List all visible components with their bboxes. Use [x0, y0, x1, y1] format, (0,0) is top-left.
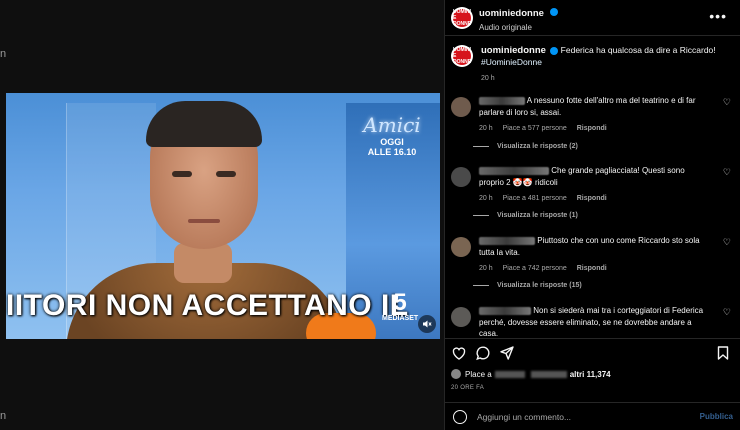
channel-name: MEDIASET [382, 315, 419, 322]
reply-button[interactable]: Rispondi [577, 265, 607, 272]
view-replies-button[interactable]: Visualizza le risposte (2) [473, 143, 578, 150]
header-username[interactable]: uominiedonne [479, 8, 544, 19]
verified-badge-icon [550, 46, 559, 55]
caption-text-block: uominiedonne Federica ha qualcosa da dir… [481, 45, 716, 85]
video-caption: IITORI NON ACCETTANO IL [6, 289, 409, 322]
caption-username[interactable]: uominiedonne [481, 45, 546, 56]
comment-likes[interactable]: Piace a 577 persone [503, 125, 567, 132]
caption-hashtag[interactable]: #UominieDonne [481, 57, 542, 67]
comment-body: Che grande pagliacciata! Questi sono pro… [479, 165, 711, 205]
action-bar: Place a altri 11,374 20 ORE FA [445, 338, 740, 398]
comment-body: A nessuno fotte dell'altro ma del teatri… [479, 95, 711, 135]
comments-list[interactable]: UOMINI E DONNE uominiedonne Federica ha … [445, 37, 740, 338]
channel-number: 5 [393, 289, 407, 316]
comment-time: 20 h [479, 195, 493, 202]
avatar[interactable] [451, 167, 471, 187]
avatar[interactable]: UOMINI E DONNE [451, 45, 473, 67]
avatar-logo: UOMINI E DONNE [452, 47, 472, 65]
bookmark-icon[interactable] [715, 345, 731, 361]
person-eye [172, 171, 192, 177]
verified-badge-icon [550, 7, 559, 16]
heart-icon[interactable]: ♡ [723, 237, 731, 248]
reply-button[interactable]: Rispondi [577, 195, 607, 202]
comment-username-blurred[interactable] [479, 96, 525, 105]
post-header: UOMINI E DONNE uominiedonne Audio origin… [445, 0, 740, 36]
more-horizontal-icon: ••• [709, 8, 727, 24]
likes-count: altri 11,374 [569, 369, 611, 379]
avatar[interactable] [451, 307, 471, 327]
view-replies-label: Visualizza le risposte (15) [497, 282, 582, 289]
post-panel: UOMINI E DONNE uominiedonne Audio origin… [444, 0, 740, 430]
share-icon[interactable] [499, 345, 515, 361]
show-logo-time: ALLE 16.10 [367, 147, 417, 157]
avatar[interactable]: UOMINI E DONNE [451, 6, 473, 29]
person-hair [146, 101, 262, 147]
view-replies-label: Visualizza le risposte (2) [497, 143, 578, 150]
show-logo: Amici OGGI ALLE 16.10 [360, 113, 424, 157]
person-neck [174, 243, 232, 283]
likes-prefix: Place a [465, 369, 492, 379]
comment-likes[interactable]: Piace a 481 persone [503, 195, 567, 202]
media-viewer: n n Amici OGGI ALLE 16.10 IITORI NON ACC… [0, 0, 444, 430]
edge-partial-text: n [0, 48, 7, 60]
comment-username-blurred[interactable] [479, 166, 549, 175]
caption-time: 20 h [481, 75, 495, 82]
likes-summary[interactable]: Place a altri 11,374 [451, 369, 611, 379]
heart-icon[interactable]: ♡ [723, 97, 731, 108]
avatar[interactable] [451, 97, 471, 117]
comment-icon[interactable] [475, 345, 491, 361]
view-replies-button[interactable]: Visualizza le risposte (1) [473, 212, 578, 219]
comment-bar: Pubblica [445, 402, 740, 430]
reply-button[interactable]: Rispondi [577, 125, 607, 132]
video-player[interactable]: Amici OGGI ALLE 16.10 IITORI NON ACCETTA… [6, 93, 440, 339]
emoji-icon[interactable] [453, 409, 467, 424]
divider [473, 285, 489, 286]
show-logo-oggi: OGGI [380, 137, 404, 147]
heart-icon[interactable] [451, 345, 467, 361]
comment-username-blurred[interactable] [479, 236, 535, 245]
view-replies-button[interactable]: Visualizza le risposte (15) [473, 282, 582, 289]
comment-time: 20 h [479, 265, 493, 272]
heart-icon[interactable]: ♡ [723, 307, 731, 318]
heart-icon[interactable]: ♡ [723, 167, 731, 178]
person-mouth [188, 219, 220, 223]
caption-text: Federica ha qualcosa da dire a Riccardo! [560, 45, 716, 55]
post-time: 20 ORE FA [451, 385, 485, 391]
post-caption: UOMINI E DONNE uominiedonne Federica ha … [451, 45, 731, 85]
channel-logo: 5 MEDIASET [382, 289, 419, 323]
comment-body: Piuttosto che con uno come Riccardo sto … [479, 235, 711, 275]
edge-partial-text: n [0, 410, 7, 422]
comment-body: Non si siederà mai tra i corteggiatori d… [479, 305, 711, 338]
comment-likes[interactable]: Piace a 742 persone [503, 265, 567, 272]
view-replies-label: Visualizza le risposte (1) [497, 212, 578, 219]
speaker-muted-icon [423, 320, 432, 328]
audio-label[interactable]: Audio originale [479, 23, 558, 32]
blurred-username [494, 370, 525, 378]
show-logo-title: Amici [363, 113, 421, 137]
mute-button[interactable] [418, 315, 436, 333]
blurred-username [530, 370, 567, 378]
show-logo-subtitle: OGGI ALLE 16.10 [360, 137, 424, 157]
comment-username-blurred[interactable] [479, 306, 531, 315]
header-text: uominiedonne Audio originale [479, 3, 559, 32]
divider [473, 146, 489, 147]
divider [473, 215, 489, 216]
person-eye [216, 171, 236, 177]
more-options-button[interactable]: ••• [709, 8, 727, 24]
comment-time: 20 h [479, 125, 493, 132]
avatar [451, 369, 461, 379]
avatar[interactable] [451, 237, 471, 257]
avatar-logo: UOMINI E DONNE [452, 8, 472, 27]
publish-button[interactable]: Pubblica [700, 412, 733, 421]
comment-input[interactable] [477, 411, 700, 422]
